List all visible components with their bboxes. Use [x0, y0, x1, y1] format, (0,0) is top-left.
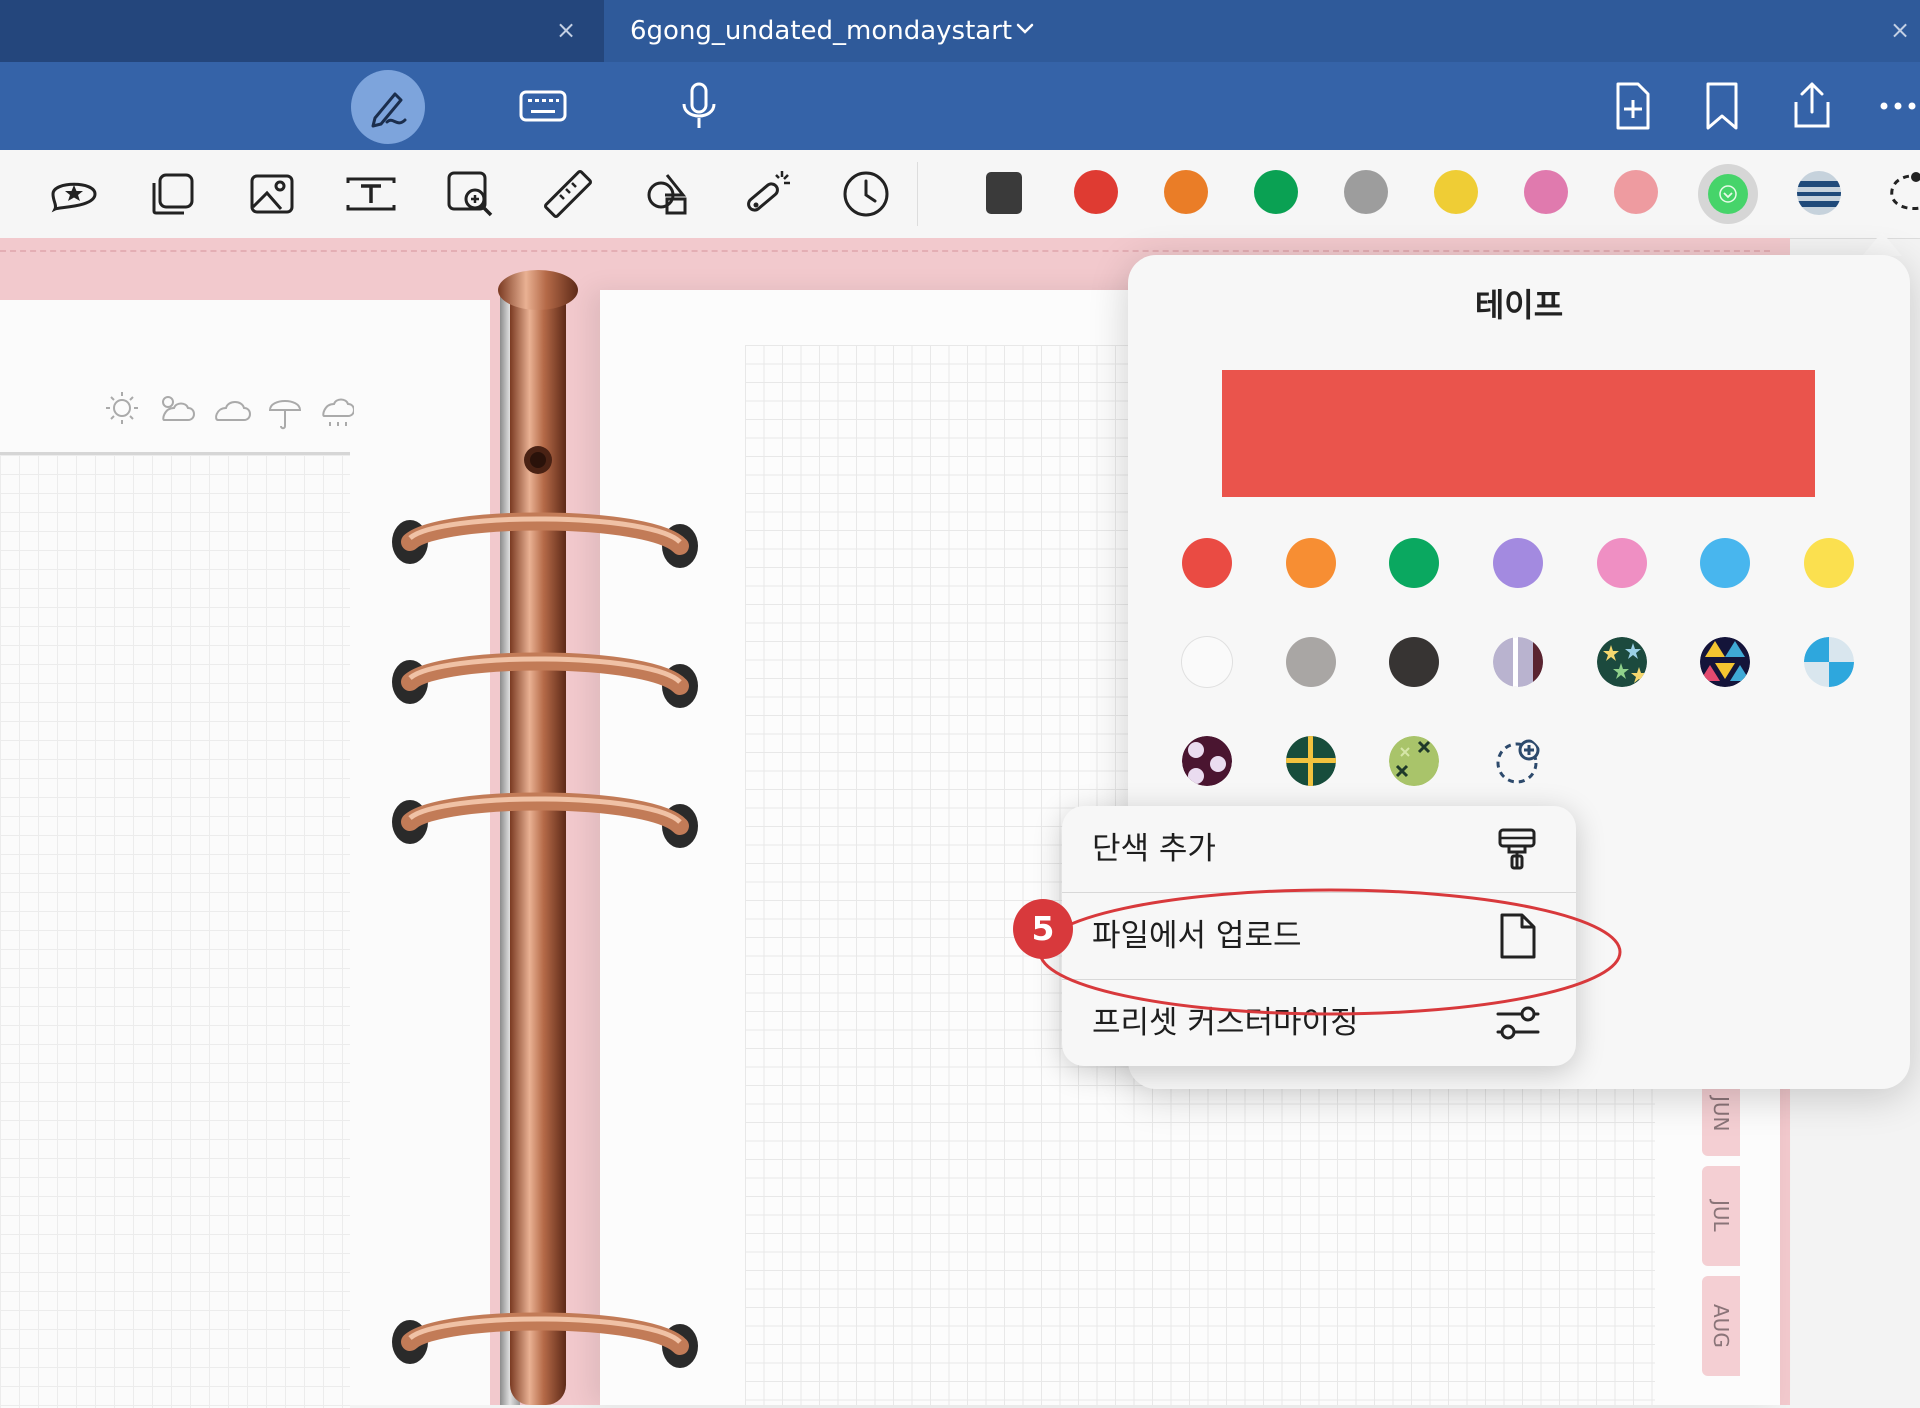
shapes-icon[interactable] — [639, 165, 697, 223]
tape-pattern-checker[interactable] — [1804, 637, 1854, 687]
step-number-badge: 5 — [1013, 899, 1073, 959]
month-tab[interactable]: AUG — [1702, 1276, 1740, 1376]
add-solid-color-item[interactable]: 단색 추가 — [1062, 806, 1576, 892]
binder-ring — [392, 792, 698, 848]
sticky-note-icon[interactable] — [144, 165, 202, 223]
weather-icons[interactable] — [104, 386, 354, 432]
tape-color-red[interactable] — [1182, 538, 1232, 588]
tape-pattern-stripe[interactable] — [1493, 637, 1543, 687]
ruler-icon[interactable] — [540, 165, 598, 223]
tape-color-gray[interactable] — [1286, 637, 1336, 687]
binder-ring — [392, 512, 698, 568]
tape-color-charcoal[interactable] — [1389, 637, 1439, 687]
binder-ring — [392, 652, 698, 708]
binder-ring — [392, 1312, 698, 1368]
tape-stripe-swatch[interactable] — [1796, 170, 1842, 216]
tape-pattern-cross[interactable] — [1389, 736, 1439, 786]
laser-pointer-icon[interactable] — [738, 165, 796, 223]
image-search-icon[interactable] — [441, 165, 499, 223]
tape-color-orange[interactable] — [1286, 538, 1336, 588]
pen-mode-button[interactable] — [351, 70, 425, 144]
tape-pattern-plaid[interactable] — [1286, 736, 1336, 786]
paint-roller-icon — [1498, 828, 1536, 870]
color-swatch-pink[interactable] — [1524, 170, 1568, 214]
close-tab-icon[interactable]: × — [548, 12, 584, 48]
selected-tape-tool[interactable] — [1698, 164, 1758, 224]
color-swatch-gray[interactable] — [1344, 170, 1388, 214]
popover-title: 테이프 — [1474, 286, 1564, 324]
add-custom-tape-icon[interactable] — [1493, 736, 1543, 786]
image-icon[interactable] — [243, 165, 301, 223]
color-swatch-green[interactable] — [1254, 170, 1298, 214]
color-swatch-black-pen[interactable] — [986, 172, 1022, 214]
tape-pattern-dots[interactable] — [1182, 736, 1232, 786]
share-icon[interactable] — [1786, 80, 1838, 132]
timer-icon[interactable] — [837, 165, 895, 223]
month-tabs: JUN JUL AUG — [1702, 1072, 1742, 1405]
tape-pattern-triangles[interactable] — [1700, 637, 1750, 687]
more-icon[interactable] — [1876, 80, 1920, 132]
tape-color-purple[interactable] — [1493, 538, 1543, 588]
tape-color-green[interactable] — [1389, 538, 1439, 588]
microphone-icon[interactable] — [673, 80, 725, 132]
menu-item-label: 단색 추가 — [1092, 831, 1216, 867]
text-box-icon[interactable] — [342, 165, 400, 223]
bookmark-icon[interactable] — [1696, 80, 1748, 132]
left-page-grid[interactable] — [0, 452, 350, 1408]
tape-color-blue[interactable] — [1700, 538, 1750, 588]
toolbar-divider — [917, 162, 918, 226]
tab-inactive[interactable] — [0, 0, 604, 62]
tape-preview — [1222, 370, 1815, 497]
add-page-icon[interactable] — [1606, 80, 1658, 132]
tab-active-title[interactable]: 6gong_undated_mondaystart — [630, 12, 1012, 50]
sticker-icon[interactable] — [45, 165, 103, 223]
chevron-down-icon[interactable] — [1012, 16, 1038, 42]
color-swatch-orange[interactable] — [1164, 170, 1208, 214]
color-swatch-yellow[interactable] — [1434, 170, 1478, 214]
tape-color-white[interactable] — [1182, 637, 1232, 687]
cover-stitching — [0, 250, 1770, 252]
tape-color-pink[interactable] — [1597, 538, 1647, 588]
highlight-ellipse — [1038, 888, 1622, 1016]
pen-icon — [371, 92, 407, 128]
close-window-icon[interactable]: × — [1890, 12, 1920, 48]
tape-color-yellow[interactable] — [1804, 538, 1854, 588]
lasso-icon[interactable] — [1886, 168, 1920, 218]
month-tab[interactable]: JUL — [1702, 1166, 1740, 1266]
color-swatch-light-pink[interactable] — [1614, 170, 1658, 214]
chevron-down-icon — [1719, 185, 1737, 203]
color-swatch-red[interactable] — [1074, 170, 1118, 214]
popover-arrow — [1862, 232, 1902, 256]
keyboard-icon[interactable] — [517, 80, 569, 132]
tape-pattern-stars[interactable] — [1597, 637, 1647, 687]
